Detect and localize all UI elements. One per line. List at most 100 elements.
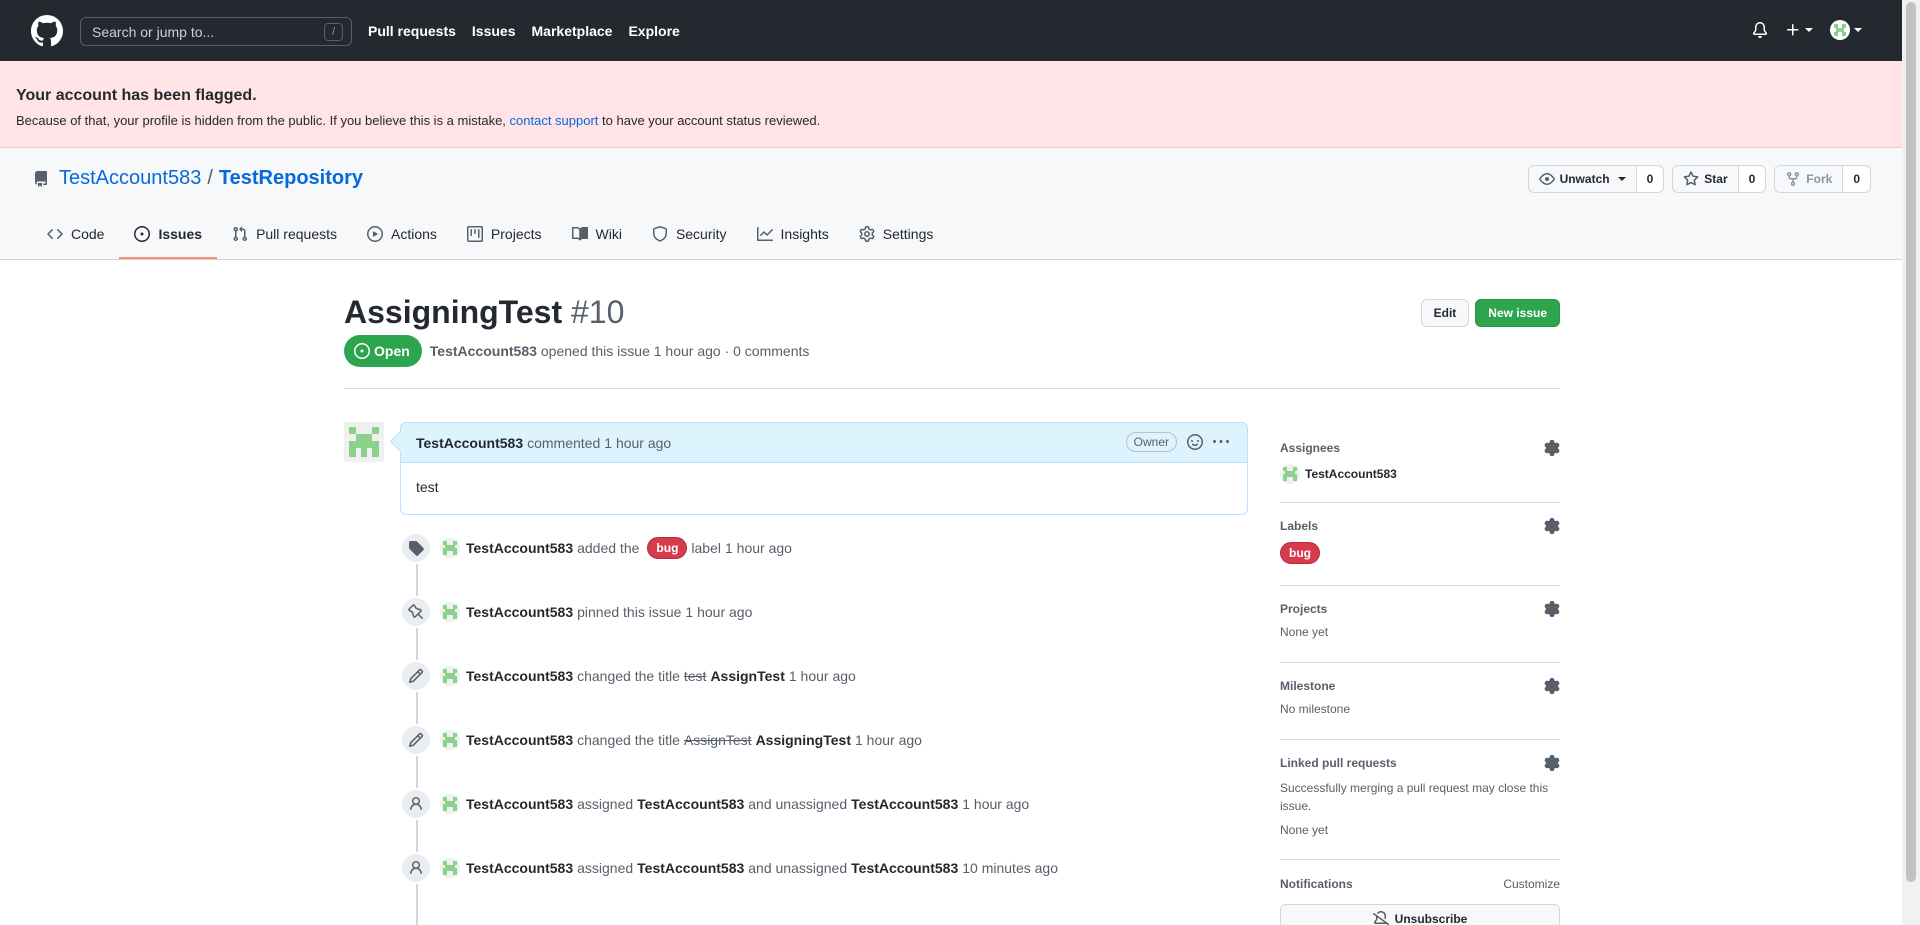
issue-author-link[interactable]: TestAccount583	[430, 343, 537, 359]
avatar[interactable]	[440, 730, 460, 750]
star-button[interactable]: Star	[1673, 166, 1739, 192]
unassigned-user-link[interactable]: TestAccount583	[851, 860, 958, 876]
nav-explore[interactable]: Explore	[628, 22, 679, 40]
tab-projects[interactable]: Projects	[452, 210, 557, 259]
smiley-icon[interactable]	[1187, 434, 1203, 450]
gear-icon[interactable]	[1544, 755, 1560, 771]
avatar[interactable]	[440, 538, 460, 558]
avatar[interactable]	[344, 422, 384, 462]
tab-settings[interactable]: Settings	[844, 210, 949, 259]
global-header: / Pull requests Issues Marketplace Explo…	[0, 0, 1902, 61]
event-text: and unassigned	[748, 860, 848, 876]
gear-icon[interactable]	[1544, 678, 1560, 694]
fork-count[interactable]: 0	[1843, 166, 1870, 192]
avatar[interactable]	[440, 602, 460, 622]
watch-count[interactable]: 0	[1636, 166, 1664, 192]
github-logo-icon[interactable]	[31, 15, 63, 47]
timeline-event: TestAccount583 changed the title test As…	[400, 660, 856, 692]
event-time-link[interactable]: 1 hour ago	[725, 540, 792, 556]
book-icon	[571, 226, 588, 240]
event-actor-link[interactable]: TestAccount583	[466, 604, 573, 620]
issue-header: AssigningTest #10 Edit New issue Open Te…	[344, 292, 1560, 367]
scrollbar-thumb[interactable]	[1906, 2, 1916, 882]
milestone-value: No milestone	[1280, 702, 1351, 716]
nav-issues[interactable]: Issues	[472, 22, 516, 40]
event-actor-link[interactable]: TestAccount583	[466, 668, 573, 684]
event-time-link[interactable]: 1 hour ago	[962, 796, 1029, 812]
search-box[interactable]: /	[80, 17, 352, 46]
page-scrollbar[interactable]	[1902, 0, 1920, 925]
new-title: AssigningTest	[755, 732, 851, 748]
comment-body: test	[416, 479, 439, 495]
kebab-horizontal-icon[interactable]	[1213, 434, 1229, 450]
bug-label[interactable]: bug	[647, 537, 688, 559]
event-text: assigned	[577, 860, 634, 876]
status-badge: Open	[344, 335, 422, 367]
notifications-bell-icon[interactable]	[1752, 22, 1768, 38]
customize-link[interactable]: Customize	[1503, 877, 1560, 891]
unsubscribe-button[interactable]: Unsubscribe	[1280, 904, 1560, 925]
old-title: AssignTest	[683, 732, 752, 748]
tab-security[interactable]: Security	[637, 210, 742, 259]
person-icon	[400, 852, 432, 884]
contact-support-link[interactable]: contact support	[510, 113, 599, 128]
event-time-link[interactable]: 1 hour ago	[789, 668, 856, 684]
watch-button-group: Unwatch 0	[1527, 165, 1665, 193]
bell-slash-icon	[1372, 911, 1389, 925]
new-issue-button[interactable]: New issue	[1475, 299, 1560, 327]
fork-icon	[1787, 172, 1800, 187]
star-button-group: Star 0	[1672, 165, 1767, 193]
tab-issues[interactable]: Issues	[119, 210, 218, 259]
repo-owner-link[interactable]: TestAccount583	[59, 167, 201, 190]
search-input[interactable]	[92, 23, 322, 40]
account-flagged-banner: Your account has been flagged. Because o…	[0, 61, 1902, 148]
event-actor-link[interactable]: TestAccount583	[466, 540, 573, 556]
old-title: test	[683, 668, 707, 684]
tab-pull-requests[interactable]: Pull requests	[217, 210, 352, 259]
assignee-name: TestAccount583	[1305, 467, 1397, 481]
event-text: changed the title	[577, 732, 680, 748]
tab-wiki[interactable]: Wiki	[557, 210, 637, 259]
status-label: Open	[374, 343, 410, 359]
event-actor-link[interactable]: TestAccount583	[466, 796, 573, 812]
event-actor-link[interactable]: TestAccount583	[466, 732, 573, 748]
fork-button[interactable]: Fork	[1775, 166, 1844, 192]
unassigned-user-link[interactable]: TestAccount583	[851, 796, 958, 812]
event-actor-link[interactable]: TestAccount583	[466, 860, 573, 876]
star-count[interactable]: 0	[1738, 166, 1766, 192]
gear-icon[interactable]	[1544, 601, 1560, 617]
project-icon	[466, 225, 483, 242]
nav-marketplace[interactable]: Marketplace	[532, 22, 613, 40]
tab-label: Actions	[391, 225, 437, 242]
projects-section: Projects None yet	[1280, 601, 1560, 663]
user-menu-dropdown[interactable]	[1830, 20, 1862, 40]
chevron-down-icon	[1617, 177, 1626, 181]
avatar[interactable]	[440, 794, 460, 814]
create-new-dropdown[interactable]	[1785, 22, 1813, 38]
avatar[interactable]	[440, 666, 460, 686]
avatar[interactable]	[440, 858, 460, 878]
unwatch-button[interactable]: Unwatch	[1529, 166, 1637, 192]
tab-actions[interactable]: Actions	[352, 210, 452, 259]
event-time-link[interactable]: 1 hour ago	[855, 732, 922, 748]
event-time-link[interactable]: 1 hour ago	[685, 604, 752, 620]
tab-insights[interactable]: Insights	[742, 210, 844, 259]
new-title: AssignTest	[710, 668, 785, 684]
tab-label: Pull requests	[256, 225, 337, 242]
gear-icon[interactable]	[1544, 518, 1560, 534]
edit-button[interactable]: Edit	[1420, 299, 1470, 327]
chevron-down-icon	[1805, 28, 1813, 32]
event-time-link[interactable]: 10 minutes ago	[962, 860, 1058, 876]
assigned-user-link[interactable]: TestAccount583	[637, 860, 744, 876]
tab-code[interactable]: Code	[32, 210, 119, 259]
gear-icon[interactable]	[1544, 440, 1560, 456]
flash-title: Your account has been flagged.	[16, 87, 257, 104]
comment-author-link[interactable]: TestAccount583	[416, 435, 523, 451]
comment-timestamp-link[interactable]: 1 hour ago	[604, 435, 671, 451]
pencil-icon	[400, 660, 432, 692]
repo-name-link[interactable]: TestRepository	[219, 167, 363, 190]
assignee-item[interactable]: TestAccount583	[1280, 464, 1560, 484]
assigned-user-link[interactable]: TestAccount583	[637, 796, 744, 812]
bug-label[interactable]: bug	[1280, 542, 1320, 564]
nav-pull-requests[interactable]: Pull requests	[368, 22, 456, 40]
